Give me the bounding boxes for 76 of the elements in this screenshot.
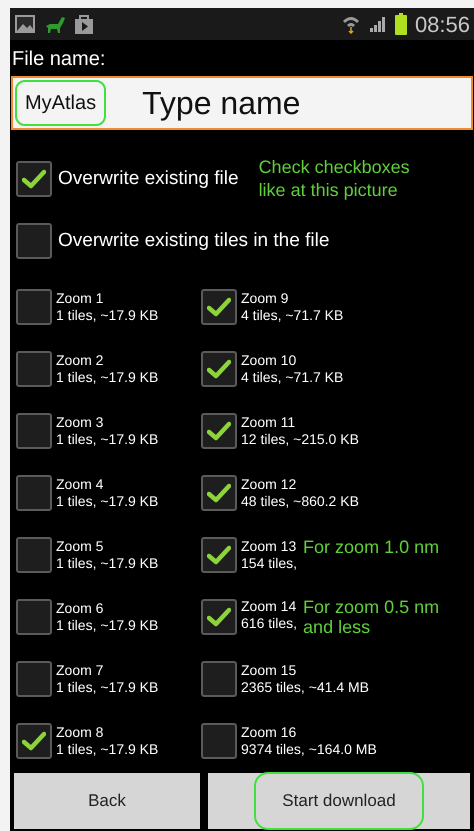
- check-icon: [207, 359, 231, 379]
- zoom-label: Zoom 9: [241, 290, 288, 307]
- check-icon: [207, 297, 231, 317]
- annotation-text: Type name: [142, 84, 300, 123]
- field-value: MyAtlas: [15, 80, 106, 126]
- field-label: File name:: [11, 47, 106, 72]
- checkbox[interactable]: [16, 475, 52, 511]
- zoom-label: Zoom 6: [56, 600, 104, 617]
- zoom-label: Zoom 5: [56, 538, 104, 555]
- zoom-label: Zoom 16: [241, 724, 296, 741]
- zoom-label: Zoom 4: [56, 476, 104, 493]
- zoom-info: 1 tiles, ~17.9 KB: [56, 617, 158, 634]
- zoom-info: 1 tiles, ~17.9 KB: [56, 307, 158, 324]
- zoom-info: 4 tiles, ~71.7 KB: [241, 307, 344, 324]
- zoom-label: Zoom 14: [241, 598, 296, 614]
- checkbox[interactable]: [201, 537, 237, 573]
- wifi-icon: [340, 14, 361, 34]
- zoom-label: Zoom 12: [241, 476, 296, 493]
- zoom-label: Zoom 10: [241, 352, 296, 369]
- zoom-info: 1 tiles, ~17.9 KB: [56, 493, 158, 510]
- zoom-info: 1 tiles, ~17.9 KB: [56, 741, 158, 758]
- checkbox[interactable]: [201, 599, 237, 635]
- animal-icon: [44, 14, 66, 34]
- dialog-button[interactable]: Back: [14, 773, 200, 829]
- clock-time: 08:56: [414, 10, 470, 38]
- checkbox[interactable]: [16, 351, 52, 387]
- zoom-info: 1 tiles, ~17.9 KB: [56, 679, 158, 696]
- checkbox[interactable]: [16, 661, 52, 697]
- zoom-info: 616 tiles,: [241, 614, 298, 632]
- checkbox[interactable]: [16, 537, 52, 573]
- check-icon: [22, 169, 46, 189]
- check-icon: [207, 421, 231, 441]
- zoom-label: Zoom 13: [241, 538, 296, 555]
- check-icon: [207, 607, 231, 627]
- zoom-info: 48 tiles, ~860.2 KB: [241, 493, 359, 510]
- zoom-info: 9374 tiles, ~164.0 MB: [241, 741, 377, 758]
- zoom-label: Zoom 2: [56, 352, 104, 369]
- signal-icon: [368, 15, 387, 33]
- check-icon: [207, 483, 231, 503]
- zoom-label: Zoom 15: [241, 662, 296, 679]
- annotation-text: For zoom 0.5 nm and less: [303, 596, 440, 636]
- image-icon: [14, 14, 36, 34]
- battery-icon: [394, 13, 407, 35]
- checkbox[interactable]: [201, 661, 237, 697]
- checkbox[interactable]: [16, 161, 52, 197]
- checkbox[interactable]: [16, 413, 52, 449]
- zoom-label: Zoom 11: [241, 414, 296, 431]
- checkbox[interactable]: [16, 599, 52, 635]
- checkbox[interactable]: [201, 723, 237, 759]
- zoom-info: 1 tiles, ~17.9 KB: [56, 431, 158, 448]
- option-label[interactable]: Overwrite existing file: [58, 164, 239, 194]
- checkbox[interactable]: [201, 475, 237, 511]
- checkbox[interactable]: [16, 723, 52, 759]
- check-icon: [207, 545, 231, 565]
- annotation-text: For zoom 1.0 nm: [303, 537, 440, 557]
- file-name-field[interactable]: MyAtlas Type name: [11, 76, 473, 130]
- annotation-text: Check checkboxes like at this picture: [258, 156, 411, 202]
- dialog-button[interactable]: Start download: [208, 773, 470, 829]
- option-label[interactable]: Overwrite existing tiles in the file: [58, 226, 330, 256]
- zoom-label: Zoom 1: [56, 290, 104, 307]
- zoom-info: 1 tiles, ~17.9 KB: [56, 369, 158, 386]
- zoom-info: 12 tiles, ~215.0 KB: [241, 431, 359, 448]
- zoom-info: 154 tiles,: [241, 555, 298, 572]
- check-icon: [22, 731, 46, 751]
- zoom-label: Zoom 3: [56, 414, 104, 431]
- store-bag-icon: [74, 13, 94, 35]
- checkbox[interactable]: [16, 289, 52, 325]
- checkbox[interactable]: [201, 289, 237, 325]
- zoom-info: 1 tiles, ~17.9 KB: [56, 555, 158, 572]
- zoom-label: Zoom 7: [56, 662, 104, 679]
- zoom-label: Zoom 8: [56, 724, 104, 741]
- zoom-info: 2365 tiles, ~41.4 MB: [241, 679, 370, 696]
- checkbox[interactable]: [16, 223, 52, 259]
- zoom-info: 4 tiles, ~71.7 KB: [241, 369, 344, 386]
- checkbox[interactable]: [201, 413, 237, 449]
- checkbox[interactable]: [201, 351, 237, 387]
